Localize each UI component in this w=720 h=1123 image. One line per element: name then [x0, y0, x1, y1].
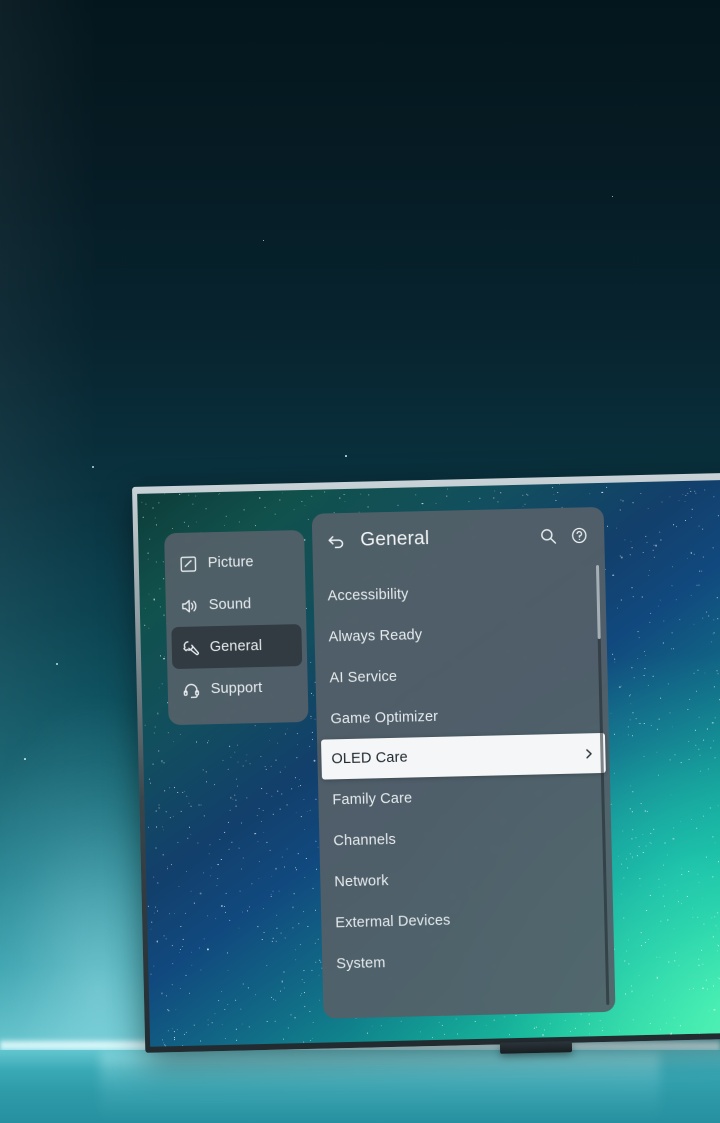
menu-item[interactable]: Network — [320, 855, 613, 903]
sidebar-item-label: General — [209, 637, 263, 656]
menu-item-label: AI Service — [329, 668, 398, 686]
settings-menu-list: Accessibility Always Ready AI Service Game … — [313, 563, 615, 985]
scene-backdrop: Picture Sound General Support General Ac… — [0, 0, 720, 1123]
menu-item-label: System — [336, 954, 386, 972]
chevron-right-icon — [582, 747, 595, 760]
menu-item-label: Channels — [333, 831, 397, 849]
sidebar-item-picture[interactable]: Picture — [169, 540, 300, 585]
menu-item-label: Network — [334, 872, 389, 890]
sidebar-item-label: Sound — [208, 596, 252, 614]
settings-detail-panel: General Accessibility Always Ready AI Se… — [311, 506, 616, 1019]
menu-item[interactable]: Game Optimizer — [316, 692, 609, 740]
header-actions — [539, 526, 588, 545]
menu-item-label: Family Care — [332, 789, 413, 808]
wrench-icon — [181, 638, 200, 657]
help-icon[interactable] — [570, 526, 588, 544]
menu-item[interactable]: Extermal Devices — [321, 896, 614, 944]
tv-stand-foot — [499, 1041, 573, 1054]
menu-item[interactable]: AI Service — [315, 651, 608, 699]
menu-item-selected[interactable]: OLED Care — [321, 732, 606, 780]
settings-category-rail: Picture Sound General Support — [164, 529, 309, 726]
menu-item-label: Game Optimizer — [330, 708, 439, 727]
menu-item-label: Always Ready — [328, 626, 423, 645]
back-arrow-icon[interactable] — [326, 531, 346, 551]
floor-reflection — [100, 1052, 660, 1123]
menu-item[interactable]: System — [322, 937, 615, 985]
settings-overlay: Picture Sound General Support General Ac… — [137, 479, 720, 1046]
sidebar-item-label: Support — [210, 679, 263, 698]
sidebar-item-sound[interactable]: Sound — [170, 582, 301, 627]
search-icon[interactable] — [539, 527, 557, 545]
menu-item-label: OLED Care — [331, 749, 408, 768]
sidebar-item-general[interactable]: General — [171, 624, 303, 670]
menu-item-label: Accessibility — [327, 586, 409, 604]
picture-icon — [179, 554, 198, 573]
menu-item[interactable]: Channels — [319, 814, 612, 862]
detail-header: General — [312, 507, 605, 570]
tv-screen: Picture Sound General Support General Ac… — [137, 479, 720, 1047]
menu-item[interactable]: Family Care — [318, 773, 611, 821]
wall-seam — [0, 0, 126, 1045]
menu-item[interactable]: Always Ready — [314, 610, 607, 658]
sidebar-item-label: Picture — [207, 554, 254, 572]
menu-item[interactable]: Accessibility — [313, 569, 606, 617]
menu-item-label: Extermal Devices — [335, 912, 451, 931]
speaker-icon — [180, 596, 199, 615]
headset-icon — [182, 680, 201, 699]
sidebar-item-support[interactable]: Support — [172, 666, 303, 711]
tv-device: Picture Sound General Support General Ac… — [132, 472, 720, 1053]
page-title: General — [360, 528, 430, 551]
